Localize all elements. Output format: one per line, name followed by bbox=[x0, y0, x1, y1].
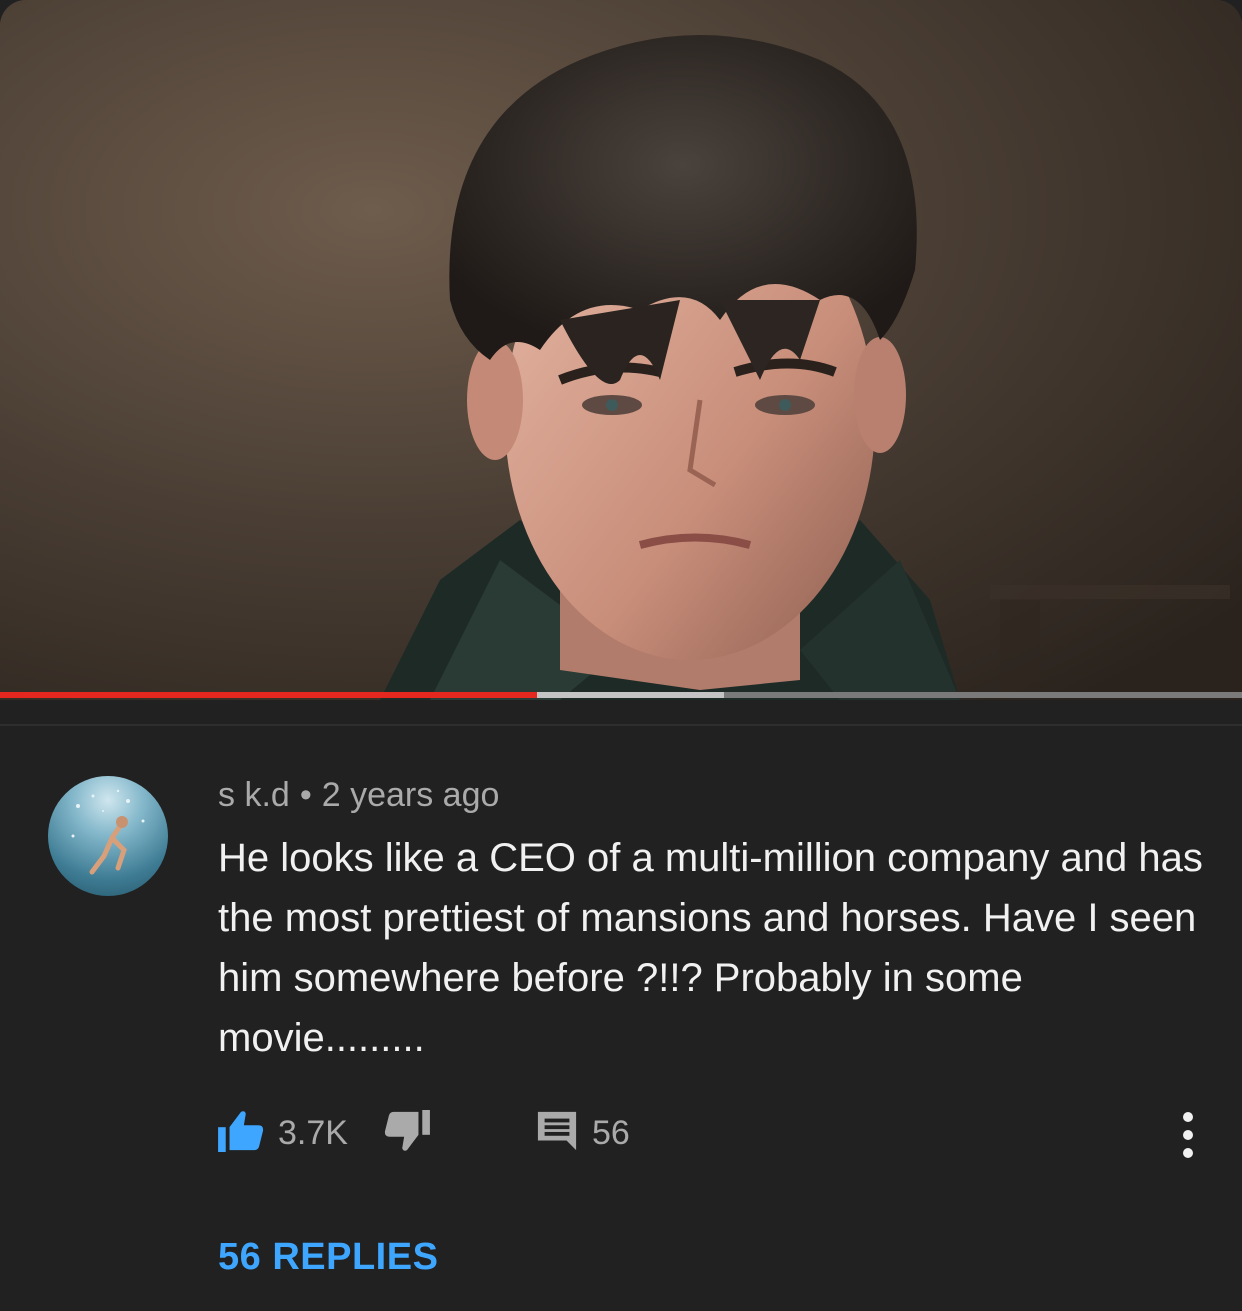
comment-author[interactable]: s k.d bbox=[218, 776, 290, 814]
comment-icon bbox=[536, 1110, 578, 1157]
avatar[interactable] bbox=[48, 776, 168, 896]
thumbs-down-icon bbox=[384, 1109, 430, 1157]
comment-meta: s k.d • 2 years ago bbox=[218, 776, 499, 815]
view-replies-button[interactable]: 56 REPLIES bbox=[218, 1236, 438, 1279]
reply-count: 56 bbox=[592, 1113, 630, 1152]
thumbs-up-icon bbox=[218, 1110, 264, 1157]
video-progress-bar[interactable] bbox=[0, 692, 1242, 698]
more-vertical-icon bbox=[1166, 1112, 1210, 1158]
like-count: 3.7K bbox=[278, 1113, 348, 1152]
video-frame-image bbox=[0, 0, 1242, 700]
comment-text: He looks like a CEO of a multi-million c… bbox=[218, 836, 1203, 1060]
avatar-image bbox=[71, 789, 145, 875]
more-options-button[interactable] bbox=[1166, 1108, 1210, 1160]
video-player[interactable] bbox=[0, 0, 1242, 700]
like-button[interactable]: 3.7K bbox=[218, 1110, 348, 1156]
meta-separator: • bbox=[299, 776, 312, 814]
dislike-button[interactable] bbox=[384, 1109, 430, 1157]
progress-played bbox=[0, 692, 537, 698]
comment-actions: 3.7K 56 bbox=[218, 1109, 1218, 1157]
divider bbox=[0, 724, 1242, 726]
comment-timestamp: 2 years ago bbox=[321, 776, 500, 814]
reply-button[interactable]: 56 bbox=[536, 1110, 630, 1156]
